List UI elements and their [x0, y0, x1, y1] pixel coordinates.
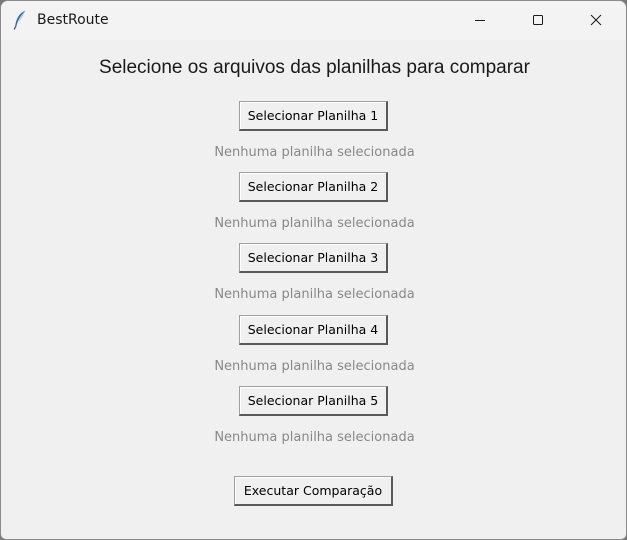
maximize-button[interactable]	[515, 1, 561, 40]
maximize-icon	[532, 11, 544, 30]
sheet-3-status: Nenhuma planilha selecionada	[214, 287, 415, 302]
select-sheet-5-button[interactable]: Selecionar Planilha 5	[239, 386, 388, 416]
feather-icon	[13, 10, 27, 30]
sheet-5-status: Nenhuma planilha selecionada	[214, 430, 415, 445]
select-sheet-4-button[interactable]: Selecionar Planilha 4	[239, 315, 388, 345]
close-button[interactable]	[573, 1, 619, 40]
window-title: BestRoute	[37, 12, 109, 28]
page-heading: Selecione os arquivos das planilhas para…	[99, 57, 530, 78]
sheet-1-status: Nenhuma planilha selecionada	[214, 145, 415, 160]
select-sheet-2-button[interactable]: Selecionar Planilha 2	[239, 172, 388, 202]
execute-comparison-button[interactable]: Executar Comparação	[234, 476, 393, 506]
title-bar[interactable]: BestRoute	[1, 1, 626, 40]
minimize-icon	[474, 11, 486, 30]
app-window: BestRoute Selecione os arquivos das plan…	[0, 0, 627, 540]
minimize-button[interactable]	[457, 1, 503, 40]
select-sheet-1-button[interactable]: Selecionar Planilha 1	[239, 101, 388, 131]
main-content: Selecione os arquivos das planilhas para…	[1, 40, 626, 539]
sheet-2-status: Nenhuma planilha selecionada	[214, 216, 415, 231]
close-icon	[590, 11, 602, 30]
sheet-4-status: Nenhuma planilha selecionada	[214, 359, 415, 374]
select-sheet-3-button[interactable]: Selecionar Planilha 3	[239, 243, 388, 273]
